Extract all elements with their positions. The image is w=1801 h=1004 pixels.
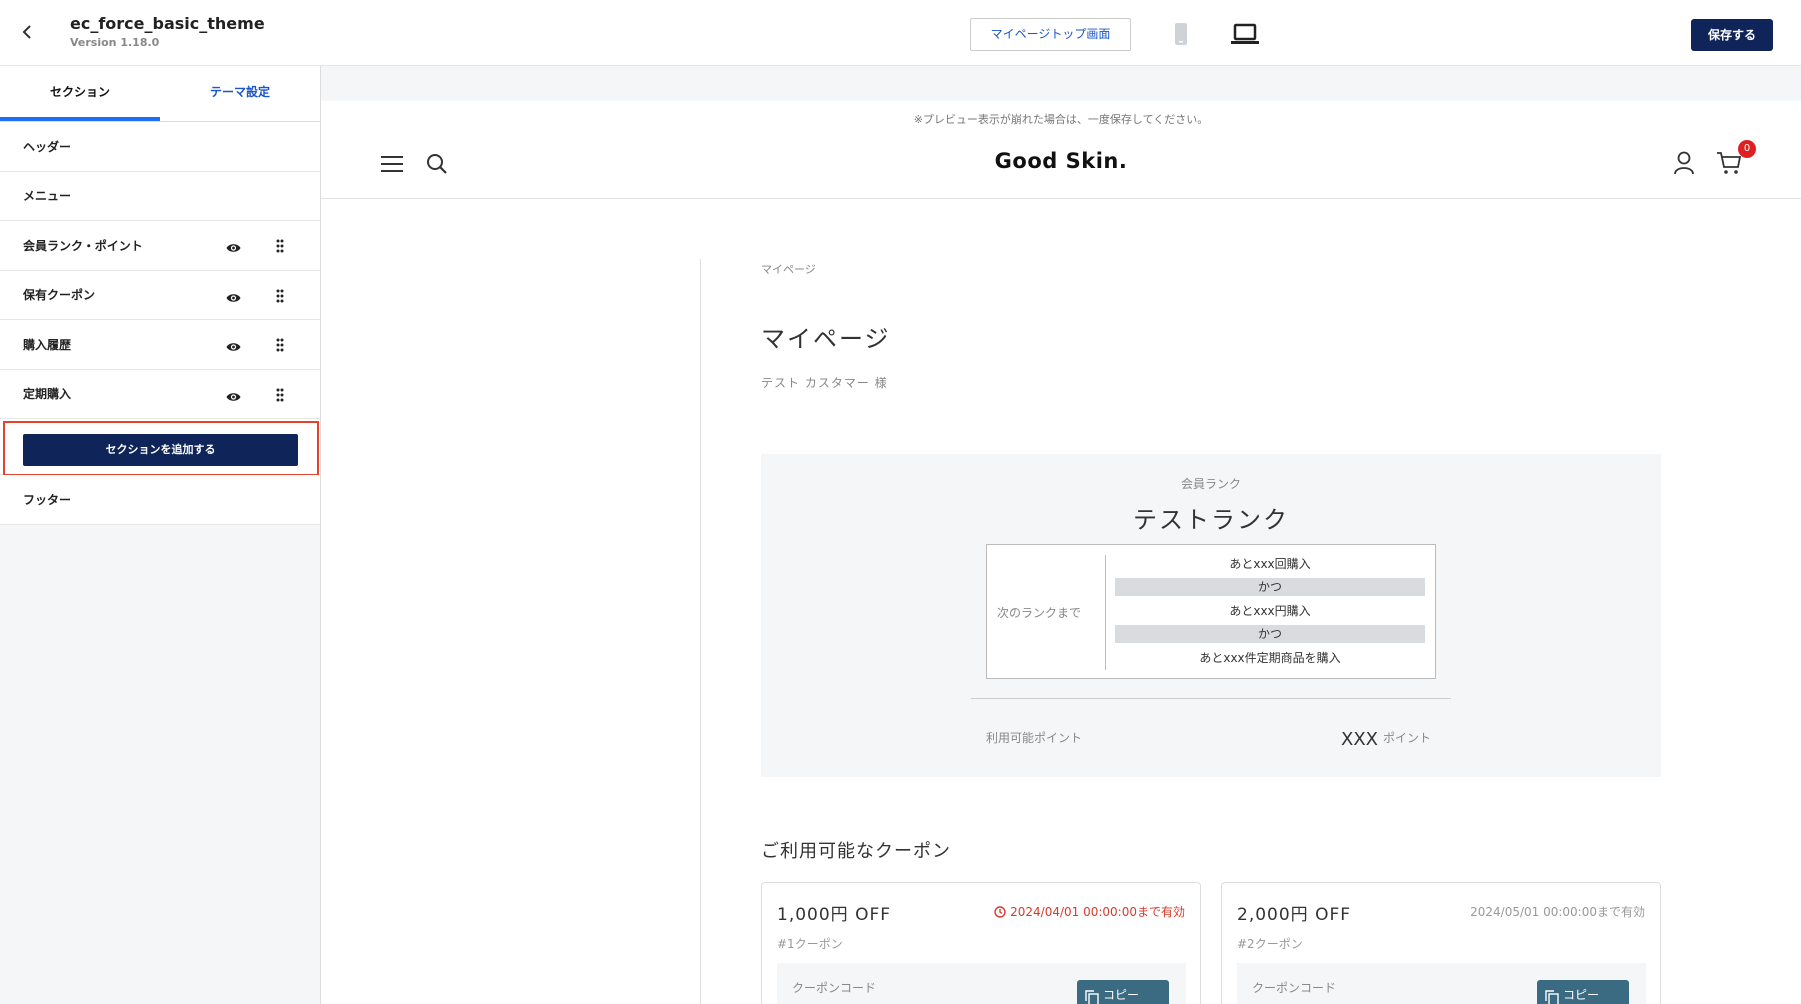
section-item-header[interactable]: ヘッダー [0,122,320,172]
cart-count-badge: 0 [1738,140,1756,158]
copy-button[interactable]: コピー [1077,980,1169,1004]
coupon-code-box: クーポンコード コピー [1237,963,1646,1004]
coupon-card: 1,000円 OFF 2024/04/01 00:00:00まで有効 #1クーポ… [761,882,1201,1004]
coupon-name: #1クーポン [777,937,843,951]
section-item-member-rank[interactable]: 会員ランク・ポイント [0,221,320,271]
theme-title: ec_force_basic_theme [70,14,265,33]
eye-icon[interactable] [226,289,241,302]
tab-sections[interactable]: セクション [0,66,160,121]
content-divider [700,259,701,1004]
add-section-button[interactable]: セクションを追加する [23,434,298,466]
section-item-menu[interactable]: メニュー [0,171,320,221]
coupon-code-box: クーポンコード コピー [777,963,1186,1004]
section-item-label: 保有クーポン [23,288,96,303]
points-unit: ポイント [1383,731,1432,745]
mobile-preview-icon[interactable] [1174,22,1188,46]
breadcrumb[interactable]: マイページ [761,261,816,277]
next-rank-label: 次のランクまで [997,606,1082,620]
section-item-coupons[interactable]: 保有クーポン [0,270,320,320]
store-logo[interactable]: Good Skin. [321,149,1801,173]
coupon-expiry: 2024/04/01 00:00:00まで有効 [994,903,1185,920]
mypage-top-button[interactable]: マイページトップ画面 [970,18,1131,51]
coupon-code-label: クーポンコード [1252,981,1337,995]
member-rank-panel: 会員ランク テストランク 次のランクまで あとxxx回購入 かつ あとxxx円購… [761,454,1661,777]
section-item-purchase-history[interactable]: 購入履歴 [0,320,320,370]
copy-label: コピー [1563,988,1600,1002]
drag-handle-icon[interactable] [276,238,284,253]
rank-divider [971,698,1451,699]
section-item-footer[interactable]: フッター [0,475,320,525]
top-bar: ec_force_basic_theme Version 1.18.0 マイペー… [0,0,1801,66]
preview-pane: ※プレビュー表示が崩れた場合は、一度保存してください。 Good Skin. 0… [321,66,1801,1004]
section-item-label: 購入履歴 [23,337,72,352]
theme-version: Version 1.18.0 [70,36,160,49]
coupon-amount: 1,000円 OFF [777,905,892,925]
condition-row: あとxxx回購入 [1229,557,1311,571]
clock-icon [994,906,1006,918]
desktop-preview-icon[interactable] [1230,22,1260,46]
drag-handle-icon[interactable] [276,288,284,302]
preview-notice: ※プレビュー表示が崩れた場合は、一度保存してください。 [913,113,1209,126]
user-account-icon[interactable] [1673,151,1695,175]
coupon-expiry: 2024/05/01 00:00:00まで有効 [1470,905,1645,919]
condition-row: あとxxx件定期商品を購入 [1199,651,1341,665]
add-section-area: セクションを追加する [0,419,320,476]
tab-theme-settings[interactable]: テーマ設定 [160,66,320,121]
page-title: マイページ [761,325,891,353]
section-item-label: ヘッダー [23,139,72,154]
points-value: XXX [1341,729,1378,750]
section-item-label: フッター [23,492,72,507]
next-rank-conditions: 次のランクまで あとxxx回購入 かつ あとxxx円購入 かつ あとxxx件定期… [986,544,1436,679]
copy-button[interactable]: コピー [1537,980,1629,1004]
coupon-card: 2,000円 OFF 2024/05/01 00:00:00まで有効 #2クーポ… [1221,882,1661,1004]
condition-joiner: かつ [1115,625,1425,643]
rank-name: テストランク [1133,506,1289,534]
coupon-heading: ご利用可能なクーポン [761,841,951,862]
coupon-name: #2クーポン [1237,937,1303,951]
points-label: 利用可能ポイント [986,731,1083,745]
preview-canvas: ※プレビュー表示が崩れた場合は、一度保存してください。 Good Skin. 0… [321,101,1801,1004]
eye-icon[interactable] [226,239,241,252]
sidebar-tabs: セクション テーマ設定 [0,66,320,122]
back-arrow-icon[interactable] [22,22,40,44]
copy-label: コピー [1103,988,1140,1002]
store-header: Good Skin. 0 [321,131,1801,199]
customer-name: テスト カスタマー 様 [761,376,888,390]
section-item-label: 定期購入 [23,387,72,402]
condition-divider [1105,555,1106,670]
rank-label: 会員ランク [1180,477,1241,491]
drag-handle-icon[interactable] [276,337,284,352]
condition-joiner: かつ [1115,578,1425,596]
save-button[interactable]: 保存する [1691,19,1773,51]
section-item-label: メニュー [23,189,72,204]
drag-handle-icon[interactable] [276,387,284,401]
coupon-amount: 2,000円 OFF [1237,905,1352,925]
section-item-subscription[interactable]: 定期購入 [0,369,320,419]
coupon-expiry-text: 2024/04/01 00:00:00まで有効 [1010,905,1185,919]
condition-row: あとxxx円購入 [1229,604,1311,618]
sidebar: セクション テーマ設定 ヘッダー メニュー 会員ランク・ポイント 保有クーポン … [0,66,321,1004]
coupon-code-label: クーポンコード [792,981,877,995]
section-item-label: 会員ランク・ポイント [23,238,143,253]
eye-icon[interactable] [226,338,241,351]
copy-icon [1085,987,1099,1004]
cart-icon[interactable] [1716,151,1742,175]
copy-icon [1545,987,1559,1004]
eye-icon[interactable] [226,388,241,401]
